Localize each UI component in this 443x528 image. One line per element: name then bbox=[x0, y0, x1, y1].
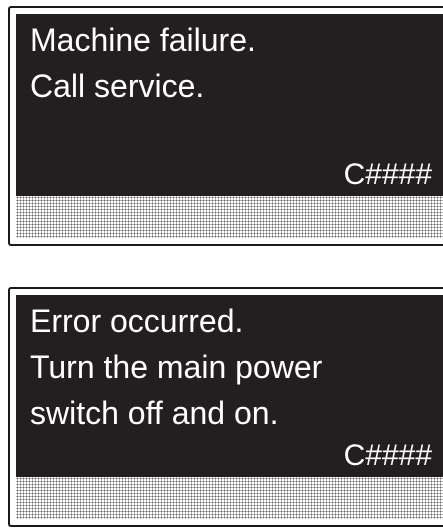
message-line: Machine failure. bbox=[30, 22, 256, 58]
error-panel-error-occurred: Error occurred. Turn the main power swit… bbox=[8, 287, 443, 527]
lcd-screen: Machine failure. Call service. C#### bbox=[16, 14, 443, 196]
dither-strip bbox=[16, 477, 443, 519]
error-code: C#### bbox=[343, 439, 432, 472]
dither-strip bbox=[16, 196, 443, 238]
message-line: Call service. bbox=[30, 68, 205, 104]
message-line: Error occurred. bbox=[30, 303, 244, 339]
message-line: switch off and on. bbox=[30, 395, 279, 431]
error-code: C#### bbox=[343, 158, 432, 191]
error-panel-machine-failure: Machine failure. Call service. C#### bbox=[8, 6, 443, 246]
lcd-screen: Error occurred. Turn the main power swit… bbox=[16, 295, 443, 477]
message-line: Turn the main power bbox=[30, 349, 323, 385]
